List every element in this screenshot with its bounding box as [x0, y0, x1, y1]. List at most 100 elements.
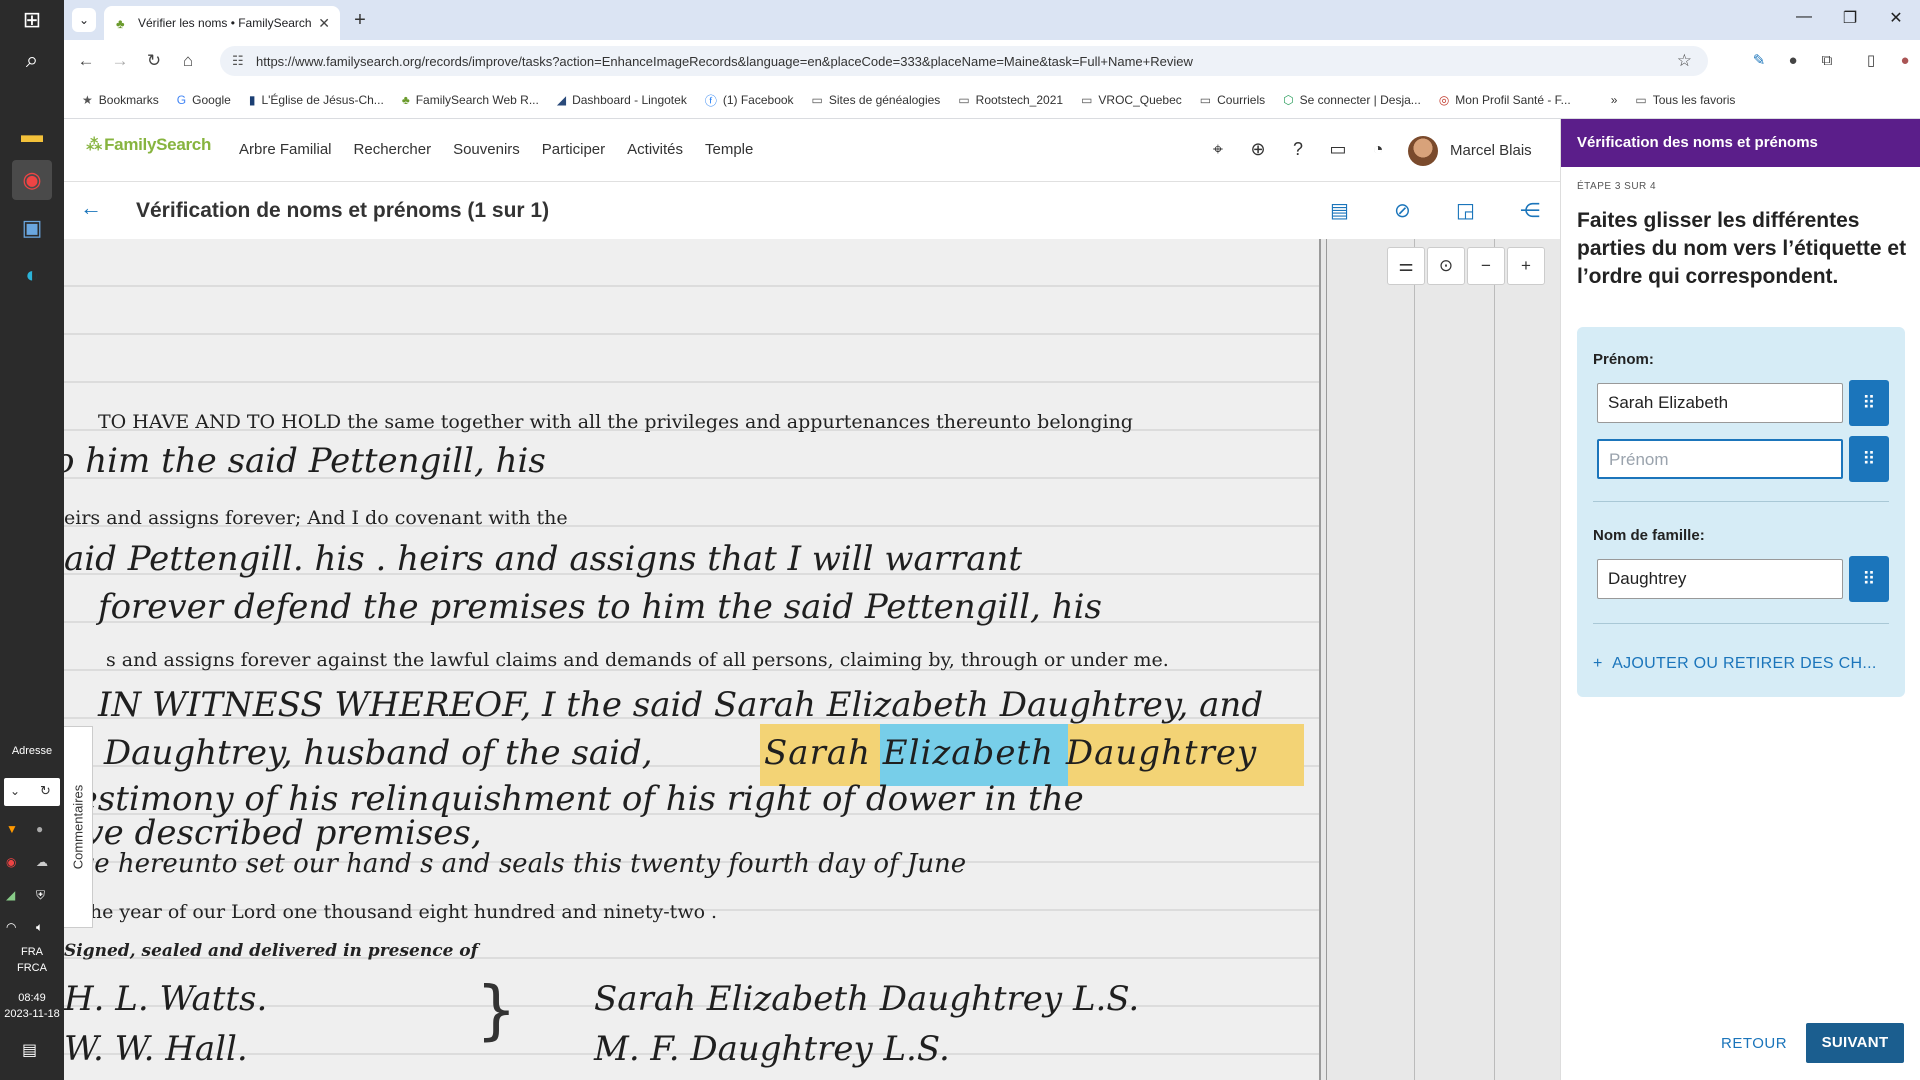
chrome-tray-icon[interactable]: ◉ — [6, 855, 16, 869]
bookmark-item[interactable]: ⓕ (1) Facebook — [705, 92, 794, 109]
chart-edit-icon[interactable]: ◲ — [1456, 198, 1475, 223]
bookmark-item[interactable]: ♣ FamilySearch Web R... — [402, 93, 539, 107]
bookmark-star-icon[interactable]: ☆ — [1677, 51, 1692, 71]
help-icon[interactable]: ? — [1286, 139, 1310, 163]
bookmark-folder[interactable]: ▭ VROC_Quebec — [1081, 93, 1182, 107]
nav-activities[interactable]: Activités — [627, 141, 683, 158]
nav-get-involved[interactable]: Participer — [542, 141, 605, 158]
site-settings-icon[interactable]: ☷ — [232, 53, 244, 69]
home-icon[interactable]: ⌂ — [176, 49, 200, 73]
bookmark-folder[interactable]: ▭ Sites de généalogies — [812, 93, 941, 107]
bookmarks-bar: ★ Bookmarks G Google ▮ L'Église de Jésus-Ch… — [64, 82, 1920, 119]
minimize-icon[interactable]: — — [1784, 8, 1824, 26]
share-icon[interactable]: ⋲ — [1520, 198, 1540, 223]
windows-start-icon[interactable]: ⊞ — [12, 0, 52, 40]
tab-search-icon[interactable]: ⌄ — [72, 8, 96, 32]
document-icon[interactable]: ▤ — [1330, 198, 1349, 223]
back-icon[interactable]: ← — [74, 49, 98, 73]
reload-icon[interactable]: ↻ — [142, 49, 166, 73]
edge-icon[interactable]: ◐ — [12, 255, 52, 295]
bookmark-item[interactable]: ★ Bookmarks — [82, 93, 159, 107]
highlight-word: Elizabeth — [882, 733, 1054, 773]
surname-field[interactable]: Daughtrey — [1597, 559, 1843, 599]
given-name-empty-field[interactable]: Prénom — [1597, 439, 1843, 479]
familysearch-logo[interactable]: ⁂ FamilySearch — [86, 135, 211, 155]
restore-icon[interactable]: ❐ — [1830, 8, 1870, 28]
all-bookmarks[interactable]: ▭ Tous les favoris — [1635, 93, 1735, 107]
nav-temple[interactable]: Temple — [705, 141, 753, 158]
attachment-icon[interactable]: ⊘ — [1394, 198, 1411, 223]
notifications-bell-icon[interactable]: ◔ — [1366, 139, 1390, 163]
security-icon[interactable]: ⛨ — [36, 888, 45, 903]
zoom-in-icon[interactable]: + — [1507, 247, 1545, 285]
globe-icon[interactable]: ⊕ — [1246, 139, 1270, 163]
nav-search[interactable]: Rechercher — [354, 141, 432, 158]
side-panel-icon[interactable]: ▯ — [1860, 50, 1882, 72]
bookmark-label: Tous les favoris — [1652, 93, 1736, 107]
close-window-icon[interactable]: ✕ — [1876, 8, 1916, 28]
profile-avatar-icon[interactable]: ● — [1894, 50, 1916, 72]
remote-desktop-icon[interactable]: ▣ — [12, 208, 52, 248]
avatar[interactable] — [1408, 136, 1438, 166]
language-region[interactable]: FRCA — [0, 962, 64, 974]
bookmark-item[interactable]: ◎ Mon Profil Santé - F... — [1439, 93, 1571, 107]
volume-icon[interactable]: 🔈︎ — [36, 920, 43, 935]
vlc-tray-icon[interactable]: ▼ — [6, 822, 18, 836]
given-name-field[interactable]: Sarah Elizabeth — [1597, 383, 1843, 423]
new-tab-icon[interactable]: + — [348, 8, 372, 32]
address-toolbar[interactable]: ⌄ ↻ — [4, 778, 60, 806]
record-line: H. L. Watts. — [64, 979, 268, 1019]
record-line: ove described premises, — [64, 813, 482, 853]
forward-icon[interactable]: → — [108, 49, 132, 73]
bookmark-label: Mon Profil Santé - F... — [1455, 93, 1571, 107]
recenter-icon[interactable]: ⊙ — [1427, 247, 1465, 285]
language-code[interactable]: FRA — [0, 946, 64, 958]
drag-handle-icon[interactable]: ⠿ — [1849, 380, 1889, 426]
bookmark-item[interactable]: ◢ Dashboard - Lingotek — [557, 93, 687, 107]
nav-family-tree[interactable]: Arbre Familial — [239, 141, 332, 158]
clock-date[interactable]: 2023-11-18 — [0, 1008, 64, 1020]
extension-badge-icon[interactable]: ● — [1782, 50, 1804, 72]
file-explorer-icon[interactable]: ▬ — [12, 115, 52, 155]
add-remove-fields-button[interactable]: + AJOUTER OU RETIRER DES CH... — [1593, 655, 1877, 673]
bookmark-item[interactable]: ▮ L'Église de Jésus-Ch... — [249, 93, 384, 107]
zoom-out-icon[interactable]: − — [1467, 247, 1505, 285]
refresh-icon[interactable]: ↻ — [40, 783, 51, 799]
nav-memories[interactable]: Souvenirs — [453, 141, 520, 158]
bookmarks-overflow-button[interactable]: » — [1611, 93, 1618, 107]
location-pin-icon[interactable]: ⌖ — [1206, 139, 1230, 163]
url-text[interactable]: https://www.familysearch.org/records/imp… — [256, 54, 1193, 69]
notifications-icon[interactable]: ▤ — [22, 1040, 37, 1060]
back-arrow-icon[interactable]: ← — [80, 195, 102, 221]
drag-handle-icon[interactable]: ⠿ — [1849, 436, 1889, 482]
chrome-icon[interactable]: ◉ — [12, 160, 52, 200]
tray-icon[interactable]: ● — [36, 822, 43, 836]
drag-handle-icon[interactable]: ⠿ — [1849, 556, 1889, 602]
adjust-sliders-icon[interactable]: ⚌ — [1387, 247, 1425, 285]
health-profile-icon: ◎ — [1438, 93, 1450, 107]
record-image-viewer[interactable]: TO HAVE AND TO HOLD the same together wi… — [64, 239, 1560, 1080]
bookmark-folder[interactable]: ▭ Courriels — [1200, 93, 1265, 107]
bookmark-folder[interactable]: ▭ Rootstech_2021 — [958, 93, 1063, 107]
search-icon[interactable]: ⌕ — [12, 40, 52, 80]
next-button[interactable]: SUIVANT — [1806, 1023, 1904, 1063]
cloud-icon[interactable]: ☁ — [36, 855, 48, 869]
address-bar[interactable]: ☷ https://www.familysearch.org/records/i… — [220, 46, 1708, 76]
network-icon[interactable]: ◢ — [6, 888, 15, 902]
bookmark-label: Sites de généalogies — [828, 93, 941, 107]
back-button[interactable]: RETOUR — [1721, 1035, 1787, 1052]
close-tab-icon[interactable]: ✕ — [318, 15, 330, 32]
comments-tab[interactable]: Commentaires — [64, 726, 93, 928]
bookmark-item[interactable]: G Google — [177, 93, 231, 107]
browser-tab[interactable]: ♣ Vérifier les noms • FamilySearch ✕ — [104, 6, 340, 40]
messages-icon[interactable]: ▭ — [1326, 139, 1350, 163]
clock-time[interactable]: 08:49 — [0, 992, 64, 1004]
user-name[interactable]: Marcel Blais — [1450, 142, 1532, 159]
wifi-icon[interactable]: ◠ — [6, 920, 16, 934]
bookmark-label: FamilySearch Web R... — [415, 93, 539, 107]
extension-icon[interactable]: ✎ — [1748, 50, 1770, 72]
chevron-down-icon[interactable]: ⌄ — [10, 784, 20, 798]
highlight-word: Daughtrey — [1065, 733, 1258, 773]
bookmark-item[interactable]: ⬡ Se connecter | Desja... — [1283, 93, 1421, 107]
extensions-puzzle-icon[interactable]: ⧉ — [1816, 50, 1838, 72]
